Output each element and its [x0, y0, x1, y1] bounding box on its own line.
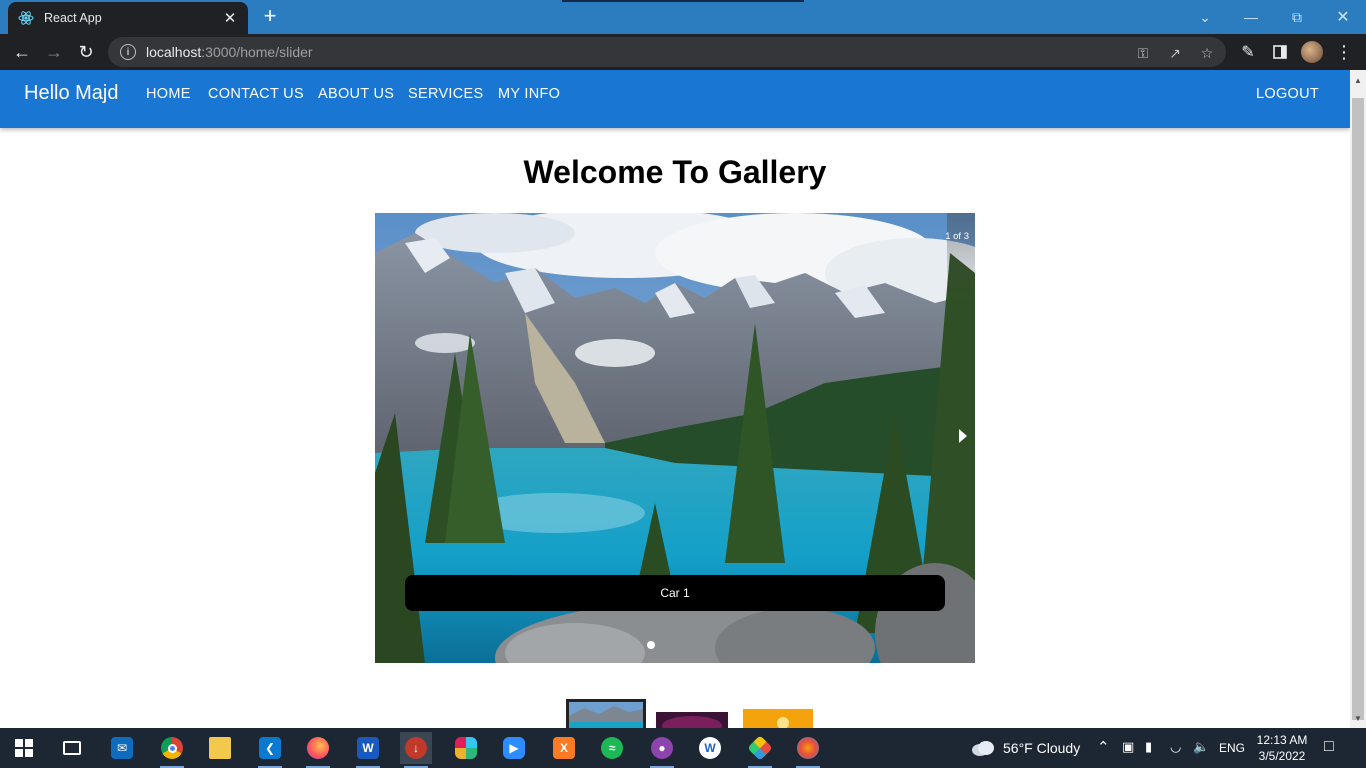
nav-about-us[interactable]: ABOUT US [318, 86, 394, 102]
wifi-icon[interactable]: ◡ [1170, 739, 1181, 755]
slack-icon[interactable] [450, 732, 482, 764]
site-info-icon[interactable]: i [120, 44, 136, 60]
url-host: localhost [146, 44, 202, 60]
scroll-down-icon[interactable]: ▼ [1354, 714, 1362, 723]
mail-icon[interactable]: ✉ [106, 732, 138, 764]
thumbnail-mountain-icon [569, 702, 643, 729]
clock-time: 12:13 AM [1256, 733, 1308, 747]
minimize-button[interactable]: — [1228, 0, 1274, 34]
side-panel-icon[interactable] [1268, 40, 1292, 64]
logout-button[interactable]: LOGOUT [1256, 86, 1319, 102]
thumbnail-1[interactable] [566, 699, 646, 729]
slide-dot-active[interactable] [647, 641, 655, 649]
task-view-icon[interactable] [56, 732, 88, 764]
chrome-icon[interactable] [156, 732, 188, 768]
windows-taskbar: ✉ ❮ W ↓ ▶ X ≈ ● W 56°F Cloudy ⌃ ▣ ▮ ◡ 🔈 … [0, 728, 1366, 768]
paint-icon[interactable] [792, 732, 824, 768]
extensions-puzzle-icon[interactable]: ✎ [1236, 40, 1260, 64]
nav-services[interactable]: SERVICES [408, 86, 483, 102]
browser-tab[interactable]: React App ✕ [8, 2, 248, 34]
git-tool-icon[interactable]: ↓ [400, 732, 432, 768]
clock-date: 3/5/2022 [1258, 749, 1306, 763]
tab-strip-marker [562, 0, 804, 2]
bookmark-star-icon[interactable]: ☆ [1198, 44, 1216, 62]
tab-search-icon[interactable]: ⌄ [1182, 0, 1228, 34]
tray-chevron-up-icon[interactable]: ⌃ [1097, 738, 1110, 756]
writer-icon[interactable]: W [694, 732, 726, 764]
browser-tab-strip: React App ✕ + ⌄ — ⧉ ✕ [0, 0, 1366, 34]
notification-icon[interactable]: □ [1324, 738, 1334, 756]
thumbnail-3[interactable] [743, 709, 813, 729]
address-bar[interactable]: i localhost:3000/home/slider ⚿ ↗ ☆ [108, 37, 1226, 67]
volume-icon[interactable]: 🔈 [1193, 739, 1209, 755]
forward-arrow-icon[interactable]: → [42, 40, 66, 64]
back-arrow-icon[interactable]: ← [10, 40, 34, 64]
slide-counter: 1 of 3 [945, 231, 969, 242]
battery-icon[interactable]: ▮ [1145, 739, 1152, 755]
podcast-icon[interactable]: ● [646, 732, 678, 768]
react-favicon-icon [18, 10, 34, 26]
weather-text[interactable]: 56°F Cloudy [1003, 740, 1080, 756]
new-tab-button[interactable]: + [258, 5, 282, 29]
sourcetree-icon[interactable] [744, 732, 776, 768]
cloud-weather-icon[interactable] [968, 732, 998, 764]
firefox-icon[interactable] [302, 732, 334, 768]
nav-home[interactable]: HOME [146, 86, 191, 102]
share-icon[interactable]: ↗ [1166, 44, 1184, 62]
slide-caption: Car 1 [405, 575, 945, 611]
nav-my-info[interactable]: MY INFO [498, 86, 560, 102]
tab-title: React App [44, 11, 102, 25]
xampp-icon[interactable]: X [548, 732, 580, 764]
thumbnail-2[interactable] [656, 712, 728, 729]
clock[interactable]: 12:13 AM 3/5/2022 [1252, 732, 1312, 764]
app-navbar: Hello Majd HOME CONTACT US ABOUT US SERV… [0, 70, 1350, 128]
close-tab-icon[interactable]: ✕ [222, 9, 238, 27]
browser-toolbar: ← → ↻ i localhost:3000/home/slider ⚿ ↗ ☆… [0, 34, 1366, 70]
zoom-icon[interactable]: ▶ [498, 732, 530, 764]
thumbnail-yellow-icon [743, 709, 813, 729]
page-scrollbar[interactable]: ▲ ▼ [1350, 70, 1366, 728]
thumbnail-purple-icon [656, 712, 728, 729]
page-title: Welcome To Gallery [523, 154, 827, 190]
word-icon[interactable]: W [352, 732, 384, 768]
profile-avatar[interactable] [1301, 41, 1323, 63]
url-path: :3000/home/slider [201, 44, 313, 60]
start-windows-icon[interactable] [8, 732, 40, 764]
nav-contact-us[interactable]: CONTACT US [208, 86, 304, 102]
image-slider[interactable]: 1 of 3 Car 1 [375, 213, 975, 663]
reload-icon[interactable]: ↻ [74, 40, 98, 64]
meet-camera-icon[interactable]: ▣ [1122, 739, 1134, 755]
next-slide-icon[interactable] [959, 429, 967, 443]
vscode-icon[interactable]: ❮ [254, 732, 286, 768]
file-explorer-icon[interactable] [204, 732, 236, 764]
menu-kebab-icon[interactable]: ⋮ [1332, 40, 1356, 64]
brand-title[interactable]: Hello Majd [24, 82, 118, 105]
close-window-button[interactable]: ✕ [1320, 0, 1366, 34]
scrollbar-thumb[interactable] [1352, 98, 1364, 720]
scroll-up-icon[interactable]: ▲ [1354, 76, 1362, 85]
key-icon[interactable]: ⚿ [1134, 44, 1152, 62]
spotify-icon[interactable]: ≈ [596, 732, 628, 764]
language-indicator[interactable]: ENG [1219, 741, 1245, 755]
restore-button[interactable]: ⧉ [1274, 0, 1320, 34]
slide-caption-text: Car 1 [660, 586, 690, 600]
